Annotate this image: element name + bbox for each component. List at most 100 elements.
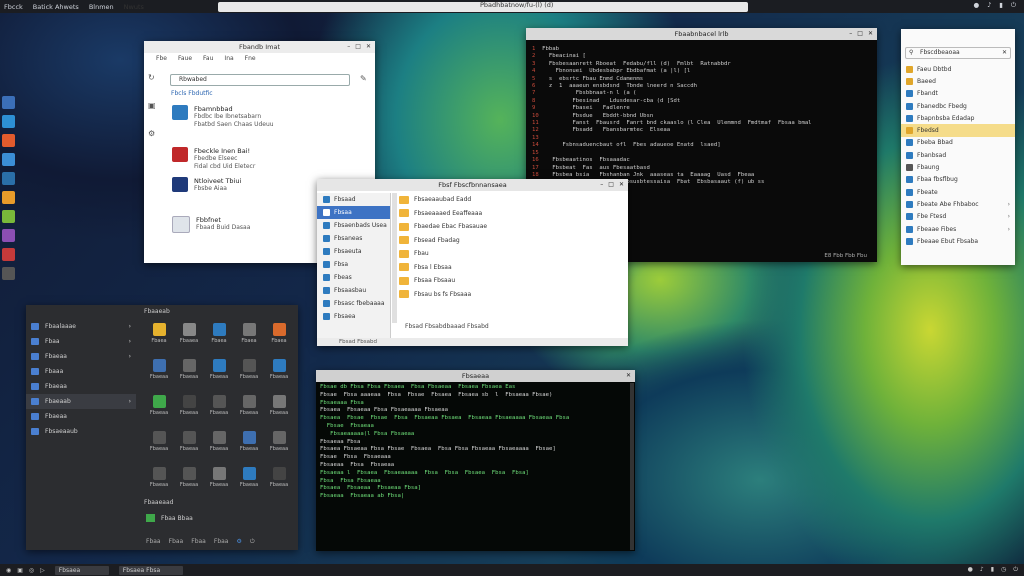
app-launcher-item[interactable]: Fbaeaa bbox=[264, 395, 294, 421]
panel-list-item[interactable]: Fbeba Bbad bbox=[901, 137, 1015, 149]
close-icon[interactable]: ✕ bbox=[619, 181, 624, 188]
files-sidebar-item[interactable]: Fbsaa bbox=[317, 206, 390, 219]
mail-icon[interactable] bbox=[2, 134, 15, 147]
panel-list-item[interactable]: Fbeate Abe Fhbaboc › bbox=[901, 198, 1015, 210]
power-icon[interactable]: ⏻ bbox=[250, 538, 255, 546]
app-result[interactable]: Ntloiveet Tbiui Fbsbe Aiaa bbox=[172, 177, 241, 193]
panel-list-item[interactable]: Faeu Dbtbd bbox=[901, 63, 1015, 75]
app-launcher-item[interactable]: Fbaeaa bbox=[204, 431, 234, 457]
maximize-icon[interactable]: □ bbox=[857, 30, 863, 37]
file-row[interactable]: Fbsaeaaaed Eeaffeaaa bbox=[399, 207, 624, 221]
panel-list-item[interactable]: Fbe Ftesd › bbox=[901, 211, 1015, 223]
menu-item[interactable]: Fbe bbox=[156, 55, 167, 62]
terminal-icon[interactable]: ▷ bbox=[40, 567, 45, 574]
panel-list-item[interactable]: Fbedsd bbox=[901, 124, 1015, 137]
sidebar-scrollbar[interactable] bbox=[392, 193, 397, 323]
files-sidebar-item[interactable]: Fbsa bbox=[317, 258, 390, 271]
app-launcher-item[interactable]: Fbaea bbox=[264, 323, 294, 349]
menu-item[interactable]: Fne bbox=[245, 55, 256, 62]
taskbar-task[interactable]: Fbsaea bbox=[54, 565, 109, 575]
network-icon[interactable]: ● bbox=[968, 566, 973, 574]
app-launcher-item[interactable]: Fbaea bbox=[144, 323, 174, 349]
panel-search-input[interactable]: ⚲ Fbscdbeaoaa ✕ bbox=[905, 47, 1011, 59]
app-launcher-item[interactable]: Fbaaea bbox=[174, 323, 204, 349]
app-launcher-item[interactable]: Fbaea bbox=[204, 323, 234, 349]
files-sidebar-item[interactable]: Fbsaenbads Usea bbox=[317, 219, 390, 232]
category-item[interactable]: Fbaalaaae › bbox=[26, 319, 136, 334]
app-launcher-item[interactable]: Fbaeaa bbox=[204, 395, 234, 421]
clock-icon[interactable]: ◷ bbox=[1001, 566, 1006, 574]
terminal-output[interactable]: Fbsae db Fbsa Fbsa Fbsaea Fbsa Fbsaeaa F… bbox=[320, 384, 569, 501]
category-item[interactable]: Fbaa › bbox=[26, 334, 136, 349]
search-input[interactable]: Rbwabed bbox=[170, 74, 350, 86]
category-item[interactable]: Fbaeaab › bbox=[26, 394, 136, 409]
network-icon[interactable]: ● bbox=[973, 1, 979, 10]
shield-icon[interactable] bbox=[2, 96, 15, 109]
bottom-item[interactable]: Fbaa bbox=[146, 538, 161, 546]
bottom-item[interactable]: Fbaa bbox=[214, 538, 229, 546]
browser-icon[interactable] bbox=[2, 115, 15, 128]
volume-icon[interactable]: ♪ bbox=[980, 566, 984, 574]
files-sidebar-item[interactable]: Fbsaeuta bbox=[317, 245, 390, 258]
category-item[interactable]: Fbaeaa bbox=[26, 379, 136, 394]
settings-icon[interactable]: ⚙ bbox=[237, 538, 242, 546]
app-launcher-item[interactable]: Fbaeaa bbox=[204, 467, 234, 493]
app-launcher-item[interactable]: Fbaeaa bbox=[174, 467, 204, 493]
minimize-icon[interactable]: – bbox=[347, 43, 350, 50]
photos-icon[interactable] bbox=[2, 210, 15, 223]
battery-icon[interactable]: ▮ bbox=[991, 566, 994, 574]
close-icon[interactable]: ✕ bbox=[1002, 48, 1007, 57]
app-result[interactable]: Fbbfnet Fbaad Buid Dasaa bbox=[172, 216, 250, 233]
settings-icon[interactable] bbox=[2, 153, 15, 166]
taskbar-task[interactable]: Fbsaea Fbsa bbox=[118, 565, 183, 575]
file-row[interactable]: Fbsa l Ebsaa bbox=[399, 261, 624, 275]
topbar-item[interactable]: Nwuts bbox=[124, 3, 144, 11]
menu-icon[interactable]: ◉ bbox=[6, 567, 11, 574]
power-icon[interactable]: ⏻ bbox=[1011, 1, 1016, 10]
app-launcher-item[interactable]: Fbaeaa bbox=[144, 359, 174, 385]
panel-list-item[interactable]: Fbeate bbox=[901, 186, 1015, 198]
menu-item[interactable]: Faue bbox=[178, 55, 192, 62]
close-icon[interactable]: ✕ bbox=[626, 372, 631, 379]
globe-icon[interactable] bbox=[2, 172, 15, 185]
file-row[interactable]: Fbsaeaaubad Eadd bbox=[399, 193, 624, 207]
menu-item[interactable]: Ina bbox=[224, 55, 233, 62]
close-icon[interactable]: ✕ bbox=[366, 43, 371, 50]
battery-icon[interactable]: ▮ bbox=[999, 1, 1003, 10]
close-icon[interactable]: ✕ bbox=[868, 30, 873, 37]
category-item[interactable]: Fbaaa bbox=[26, 364, 136, 379]
minimize-icon[interactable]: – bbox=[600, 181, 603, 188]
bottom-item[interactable]: Fbaa bbox=[191, 538, 206, 546]
files-sidebar-item[interactable]: Fbsasc fbebaaaa bbox=[317, 297, 390, 310]
app-launcher-item[interactable]: Fbaeaa bbox=[144, 431, 174, 457]
topbar-item[interactable]: Fbcck bbox=[4, 3, 23, 11]
category-item[interactable]: Fbsaeaaub bbox=[26, 424, 136, 439]
file-row[interactable]: Fbsau bs fs Fbsaaa bbox=[399, 288, 624, 302]
terminal-icon[interactable] bbox=[2, 248, 15, 261]
installed-icon[interactable]: ▣ bbox=[148, 101, 160, 110]
menu-item[interactable]: Fau bbox=[203, 55, 213, 62]
panel-list-item[interactable]: Fbapnbsba Edadap bbox=[901, 112, 1015, 124]
favorite-item[interactable]: Fbaa Bbaa bbox=[146, 514, 193, 522]
app-result[interactable]: Fbeckle Inen Bai! Fbedbe Elseec Fidal cb… bbox=[172, 147, 255, 171]
app-result[interactable]: Fbamnbbad Fbdbc Ibe Ibnetsabarn Fbatbd S… bbox=[172, 105, 274, 129]
files-sidebar-item[interactable]: Fbsaneas bbox=[317, 232, 390, 245]
app-launcher-item[interactable]: Fbaeaa bbox=[264, 467, 294, 493]
files-sidebar-item[interactable]: Fbsaad bbox=[317, 193, 390, 206]
panel-list-item[interactable]: Fbaa fbsflbug bbox=[901, 174, 1015, 186]
volume-icon[interactable]: ♪ bbox=[987, 1, 991, 10]
panel-list-item[interactable]: Fbanbsad bbox=[901, 149, 1015, 161]
files-sidebar-item[interactable]: Fbsaasbau bbox=[317, 284, 390, 297]
code-area[interactable]: 1 Fbbab 2 Fbeacinai [3 Fbsbesaanrett Rboe… bbox=[532, 46, 812, 187]
category-item[interactable]: Fbaeaa bbox=[26, 409, 136, 424]
app-launcher-item[interactable]: Fbaea bbox=[234, 323, 264, 349]
app-launcher-item[interactable]: Fbaeaa bbox=[144, 395, 174, 421]
file-row[interactable]: Fbsead Fbadag bbox=[399, 234, 624, 248]
panel-list-item[interactable]: Fbeaae Fibes › bbox=[901, 223, 1015, 235]
panel-list-item[interactable]: Fbeaae Ebut Fbsaba bbox=[901, 235, 1015, 247]
panel-list-item[interactable]: Fbaung bbox=[901, 161, 1015, 173]
app-launcher-item[interactable]: Fbaeaa bbox=[234, 359, 264, 385]
app-launcher-item[interactable]: Fbaeaa bbox=[234, 395, 264, 421]
panel-list-item[interactable]: Fbandt bbox=[901, 88, 1015, 100]
app-launcher-item[interactable]: Fbaeaa bbox=[204, 359, 234, 385]
